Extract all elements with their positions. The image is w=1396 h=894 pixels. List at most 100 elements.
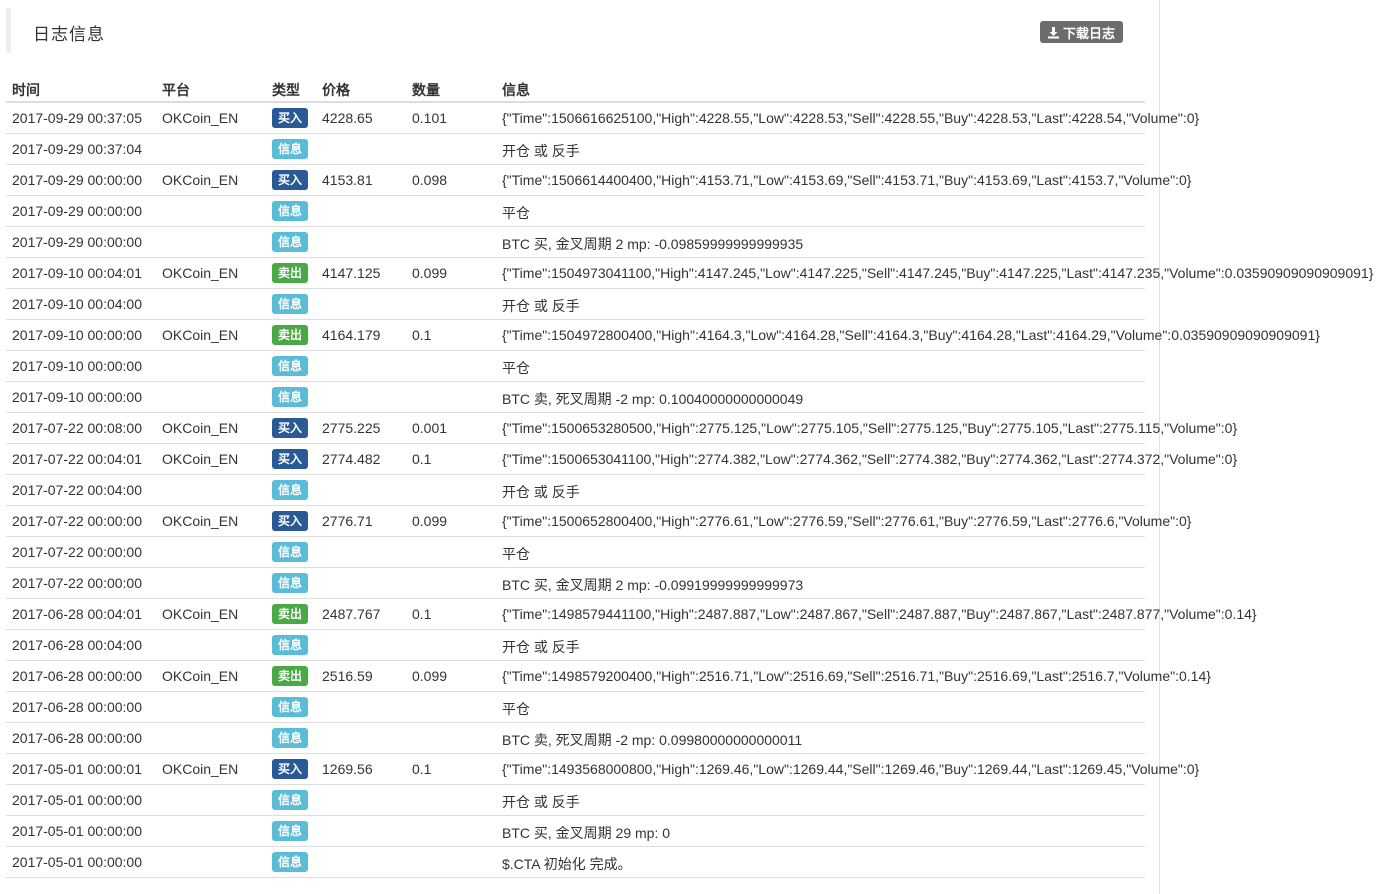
type-badge-info: 信息 xyxy=(272,294,308,314)
column-header-type: 类型 xyxy=(272,82,300,98)
cell-time: 2017-07-22 00:00:00 xyxy=(12,513,142,529)
cell-message: 开仓 或 反手 xyxy=(502,298,580,314)
cell-time: 2017-09-10 00:00:00 xyxy=(12,389,142,405)
cell-platform: OKCoin_EN xyxy=(162,761,239,777)
cell-time: 2017-06-28 00:00:00 xyxy=(12,699,142,715)
type-badge-sell: 卖出 xyxy=(272,263,308,283)
cell-price: 2774.482 xyxy=(322,451,381,467)
type-badge-info: 信息 xyxy=(272,542,308,562)
cell-message: 平仓 xyxy=(502,546,530,562)
download-log-button[interactable]: 下载日志 xyxy=(1040,21,1124,43)
table-row: 2017-07-22 00:04:00 信息 开仓 或 反手 xyxy=(6,475,1145,506)
cell-platform: OKCoin_EN xyxy=(162,668,239,684)
cell-price: 1269.56 xyxy=(322,761,373,777)
cell-message: BTC 买, 金叉周期 29 mp: 0 xyxy=(502,825,671,841)
cell-type: 信息 xyxy=(272,294,308,314)
cell-message: 开仓 或 反手 xyxy=(502,794,580,810)
cell-platform: OKCoin_EN xyxy=(162,420,239,436)
cell-time: 2017-05-01 00:00:00 xyxy=(12,854,142,870)
cell-quantity: 0.1 xyxy=(412,761,432,777)
column-header-message: 信息 xyxy=(502,82,530,98)
cell-time: 2017-05-01 00:00:00 xyxy=(12,792,142,808)
cell-message: {"Time":1500653041100,"High":2774.382,"L… xyxy=(502,451,1238,467)
column-header-quantity: 数量 xyxy=(412,82,440,98)
table-row: 2017-09-29 00:00:00 OKCoin_EN 买入 4153.81 0.0… xyxy=(6,165,1191,196)
cell-type: 卖出 xyxy=(272,325,308,345)
type-badge-info: 信息 xyxy=(272,573,308,593)
cell-time: 2017-09-10 00:04:00 xyxy=(12,296,142,312)
cell-type: 信息 xyxy=(272,790,308,810)
cell-message: 平仓 xyxy=(502,701,530,717)
type-badge-info: 信息 xyxy=(272,821,308,841)
table-body: 2017-09-29 00:37:05 OKCoin_EN 买入 4228.65 0.1… xyxy=(6,103,1373,878)
cell-time: 2017-07-22 00:08:00 xyxy=(12,420,142,436)
cell-platform: OKCoin_EN xyxy=(162,606,239,622)
table-row: 2017-07-22 00:08:00 OKCoin_EN 买入 2775.225 0.… xyxy=(6,413,1237,444)
cell-message: $.CTA 初始化 完成。 xyxy=(502,856,632,872)
cell-price: 2516.59 xyxy=(322,668,373,684)
cell-type: 信息 xyxy=(272,201,308,221)
cell-type: 信息 xyxy=(272,480,308,500)
cell-message: BTC 买, 金叉周期 2 mp: -0.09859999999999935 xyxy=(502,236,804,252)
table-row: 2017-06-28 00:04:01 OKCoin_EN 卖出 2487.767 0.… xyxy=(6,599,1257,630)
cell-type: 信息 xyxy=(272,697,308,717)
table-row: 2017-05-01 00:00:01 OKCoin_EN 买入 1269.56 0.1… xyxy=(6,754,1199,785)
cell-platform: OKCoin_EN xyxy=(162,265,239,281)
table-row: 2017-09-29 00:37:05 OKCoin_EN 买入 4228.65 0.1… xyxy=(6,103,1199,134)
cell-quantity: 0.099 xyxy=(412,513,448,529)
cell-time: 2017-06-28 00:04:01 xyxy=(12,606,142,622)
cell-message: {"Time":1500652800400,"High":2776.61,"Lo… xyxy=(502,513,1192,529)
cell-price: 4164.179 xyxy=(322,327,381,343)
download-icon xyxy=(1047,26,1060,39)
table-row: 2017-09-10 00:00:00 信息 平仓 xyxy=(6,351,1145,382)
table-row: 2017-05-01 00:00:00 信息 开仓 或 反手 xyxy=(6,785,1145,816)
cell-quantity: 0.099 xyxy=(412,265,448,281)
cell-type: 信息 xyxy=(272,356,308,376)
type-badge-info: 信息 xyxy=(272,139,308,159)
cell-time: 2017-09-29 00:37:04 xyxy=(12,141,142,157)
table-row: 2017-07-22 00:00:00 OKCoin_EN 买入 2776.71 0.0… xyxy=(6,506,1191,537)
type-badge-buy: 买入 xyxy=(272,170,308,190)
cell-message: {"Time":1498579200400,"High":2516.71,"Lo… xyxy=(502,668,1211,684)
cell-platform: OKCoin_EN xyxy=(162,451,239,467)
type-badge-buy: 买入 xyxy=(272,108,308,128)
type-badge-info: 信息 xyxy=(272,790,308,810)
log-panel-header: 日志信息 下载日志 xyxy=(6,8,1146,53)
cell-time: 2017-09-29 00:00:00 xyxy=(12,172,142,188)
panel-title: 日志信息 xyxy=(33,25,105,44)
table-row: 2017-06-28 00:00:00 信息 BTC 卖, 死叉周期 -2 mp: … xyxy=(6,723,1145,754)
cell-price: 2776.71 xyxy=(322,513,373,529)
cell-message: BTC 买, 金叉周期 2 mp: -0.09919999999999973 xyxy=(502,577,804,593)
cell-time: 2017-07-22 00:04:01 xyxy=(12,451,142,467)
cell-type: 信息 xyxy=(272,728,308,748)
table-row: 2017-05-01 00:00:00 信息 $.CTA 初始化 完成。 xyxy=(6,847,1145,878)
table-row: 2017-09-10 00:04:01 OKCoin_EN 卖出 4147.125 0.… xyxy=(6,258,1373,289)
header-accent-bar xyxy=(6,8,11,53)
cell-time: 2017-09-29 00:00:00 xyxy=(12,203,142,219)
type-badge-info: 信息 xyxy=(272,728,308,748)
table-row: 2017-07-22 00:00:00 信息 平仓 xyxy=(6,537,1145,568)
table-row: 2017-09-29 00:00:00 信息 BTC 买, 金叉周期 2 mp: -… xyxy=(6,227,1145,258)
cell-time: 2017-05-01 00:00:00 xyxy=(12,823,142,839)
cell-platform: OKCoin_EN xyxy=(162,110,239,126)
cell-time: 2017-09-10 00:00:00 xyxy=(12,327,142,343)
cell-message: BTC 卖, 死叉周期 -2 mp: 0.10040000000000049 xyxy=(502,391,804,407)
type-badge-info: 信息 xyxy=(272,232,308,252)
cell-quantity: 0.001 xyxy=(412,420,448,436)
type-badge-info: 信息 xyxy=(272,387,308,407)
table-row: 2017-09-10 00:04:00 信息 开仓 或 反手 xyxy=(6,289,1145,320)
cell-message: 开仓 或 反手 xyxy=(502,484,580,500)
table-row: 2017-09-29 00:00:00 信息 平仓 xyxy=(6,196,1145,227)
cell-price: 4228.65 xyxy=(322,110,373,126)
cell-quantity: 0.099 xyxy=(412,668,448,684)
cell-type: 信息 xyxy=(272,821,308,841)
cell-price: 2775.225 xyxy=(322,420,381,436)
cell-time: 2017-09-29 00:00:00 xyxy=(12,234,142,250)
cell-message: {"Time":1506616625100,"High":4228.55,"Lo… xyxy=(502,110,1200,126)
cell-time: 2017-09-10 00:04:01 xyxy=(12,265,142,281)
download-log-label: 下载日志 xyxy=(1063,25,1116,41)
type-badge-buy: 买入 xyxy=(272,449,308,469)
cell-time: 2017-06-28 00:00:00 xyxy=(12,668,142,684)
cell-platform: OKCoin_EN xyxy=(162,172,239,188)
cell-time: 2017-09-10 00:00:00 xyxy=(12,358,142,374)
